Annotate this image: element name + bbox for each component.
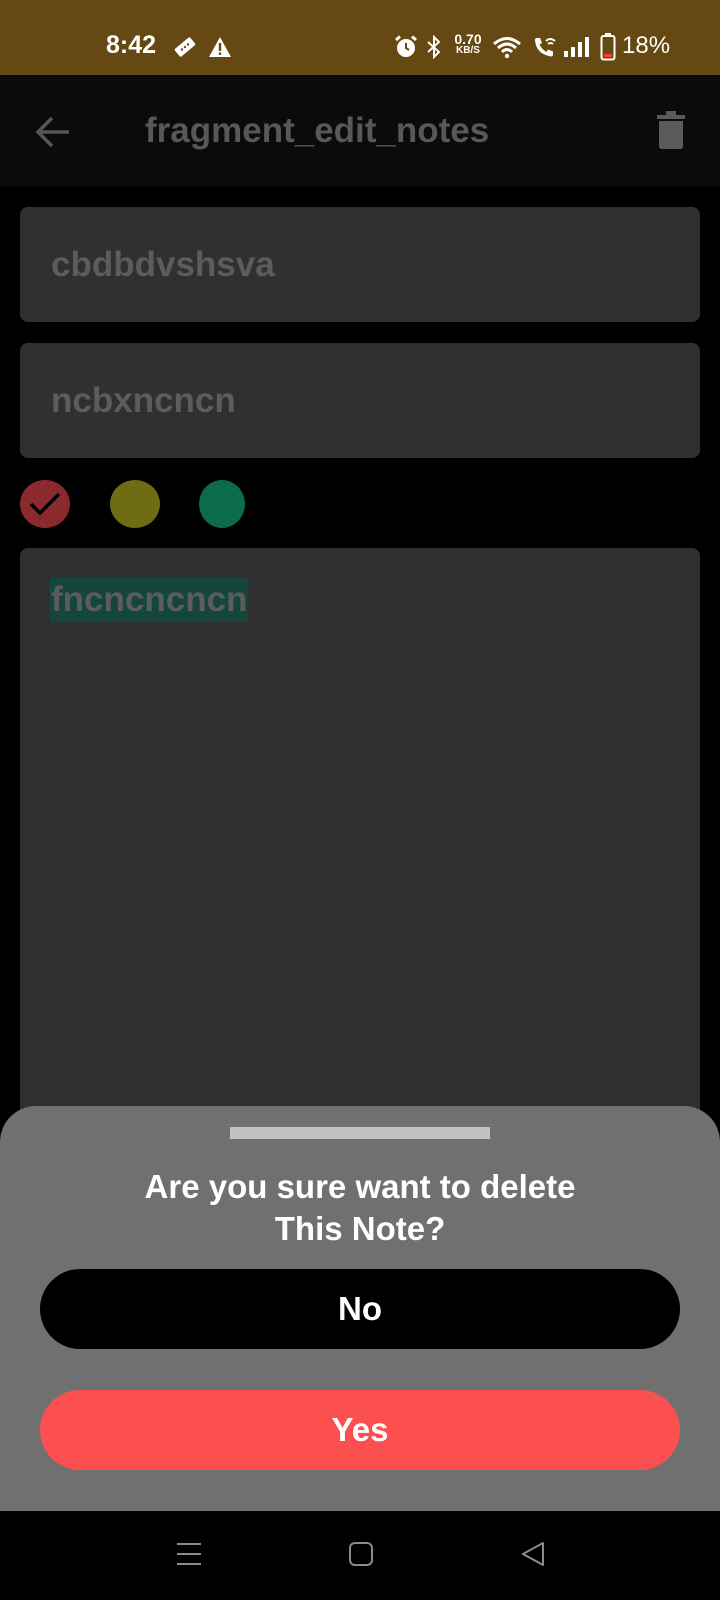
app-bar: fragment_edit_notes <box>0 75 720 187</box>
title-field[interactable]: cbdbdvshsva <box>20 207 700 322</box>
signal-icon <box>564 37 589 57</box>
delete-confirm-question: Are you sure want to delete This Note? <box>144 1168 576 1247</box>
alarm-icon <box>395 35 417 57</box>
trash-icon[interactable] <box>656 111 686 149</box>
ticket-icon <box>174 37 196 57</box>
note-body-value: fncncncncn <box>50 578 249 622</box>
home-icon[interactable] <box>348 1541 374 1567</box>
battery-icon <box>600 33 616 61</box>
warning-icon <box>209 37 231 57</box>
yes-button[interactable]: Yes <box>40 1390 680 1470</box>
battery-percentage: 18% <box>622 32 671 59</box>
status-bar: 8:42 0.70 KB/S 18% <box>0 0 720 75</box>
back-arrow-icon[interactable] <box>33 112 73 152</box>
subtitle-field[interactable]: ncbxncncn <box>20 343 700 458</box>
priority-swatch-green[interactable] <box>199 480 245 528</box>
sheet-drag-handle[interactable] <box>230 1127 490 1139</box>
page-title: fragment_edit_notes <box>145 111 490 150</box>
title-field-value: cbdbdvshsva <box>51 245 275 284</box>
system-nav-bar <box>0 1511 720 1600</box>
bluetooth-icon <box>427 35 441 59</box>
network-speed-value: 0.70 <box>454 31 482 47</box>
back-icon[interactable] <box>520 1541 546 1567</box>
no-button[interactable]: No <box>40 1269 680 1349</box>
menu-icon[interactable] <box>176 1541 202 1567</box>
wifi-call-icon <box>535 38 556 57</box>
priority-swatch-yellow[interactable] <box>110 480 160 528</box>
status-time: 8:42 <box>106 31 157 59</box>
note-body-field[interactable]: fncncncncn <box>20 548 700 1168</box>
wifi-icon <box>493 37 521 59</box>
check-icon <box>29 492 61 516</box>
subtitle-field-value: ncbxncncn <box>51 381 236 420</box>
priority-swatch-red[interactable] <box>20 480 70 528</box>
network-speed: 0.70 KB/S <box>450 31 486 57</box>
delete-confirm-sheet: Are you sure want to delete This Note? N… <box>0 1106 720 1511</box>
